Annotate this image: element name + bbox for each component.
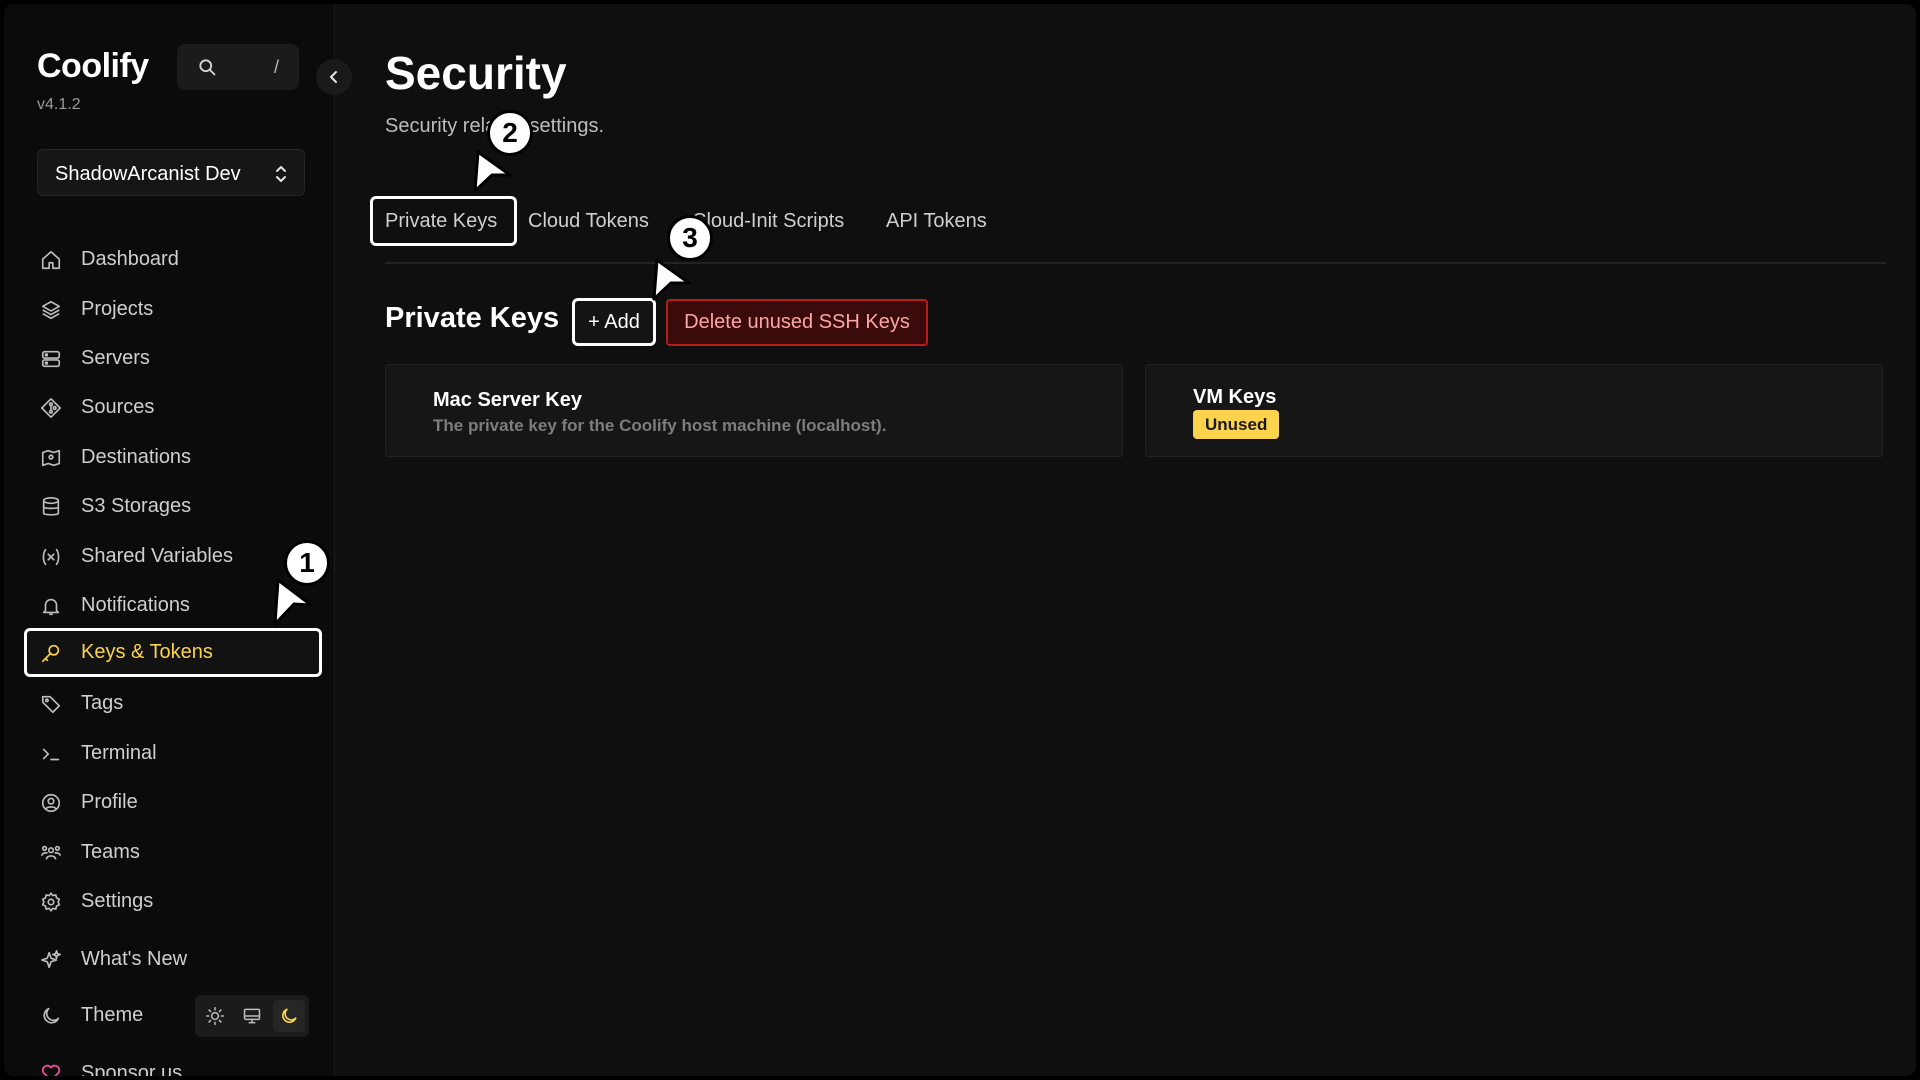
- key-icon: [41, 644, 60, 663]
- sidebar-item-dashboard[interactable]: Dashboard: [24, 235, 322, 284]
- sidebar-item-sponsor[interactable]: Sponsor us: [40, 1062, 240, 1076]
- search-icon: [199, 59, 216, 76]
- users-icon: [41, 845, 61, 860]
- annotation-number: 3: [667, 215, 713, 261]
- annotation-number: 2: [487, 110, 533, 156]
- team-selector[interactable]: ShadowArcanist Dev: [37, 149, 305, 196]
- sidebar-item-keys-tokens[interactable]: Keys & Tokens: [24, 628, 322, 677]
- annotation-callout-3: 3: [649, 215, 715, 301]
- key-name: Mac Server Key: [433, 389, 582, 411]
- tag-icon: [41, 695, 61, 714]
- app-window: Coolify v4.1.2 / ShadowArcanist Dev Dash…: [4, 4, 1916, 1076]
- add-key-button[interactable]: + Add: [572, 298, 656, 346]
- theme-system-button[interactable]: [236, 1000, 268, 1032]
- tab-label: Cloud Tokens: [528, 210, 649, 232]
- page-title: Security: [385, 47, 567, 99]
- sidebar-item-teams[interactable]: Teams: [24, 828, 322, 877]
- server-icon: [41, 350, 61, 368]
- sidebar-item-label: Destinations: [81, 446, 192, 468]
- sidebar-item-label: Shared Variables: [81, 545, 233, 567]
- collapse-sidebar-button[interactable]: [316, 59, 352, 95]
- sidebar-item-label: Profile: [81, 791, 138, 813]
- sidebar-item-profile[interactable]: Profile: [24, 778, 322, 827]
- sidebar-item-label: Projects: [81, 298, 154, 320]
- moon-icon: [43, 1007, 60, 1024]
- sidebar-item-settings[interactable]: Settings: [24, 877, 322, 926]
- git-icon: [41, 398, 61, 418]
- theme-label: Theme: [81, 1004, 144, 1026]
- sidebar-item-destinations[interactable]: Destinations: [24, 433, 322, 482]
- section-title: Private Keys: [385, 302, 560, 334]
- moon-icon: [282, 1008, 297, 1023]
- sidebar-item-s3-storages[interactable]: S3 Storages: [24, 482, 322, 531]
- sidebar-item-label: Teams: [81, 841, 140, 863]
- heart-icon: [41, 1064, 61, 1076]
- terminal-icon: [42, 748, 60, 761]
- app-logo[interactable]: Coolify: [37, 47, 149, 86]
- sidebar-item-servers[interactable]: Servers: [24, 334, 322, 383]
- sidebar-item-label: Notifications: [81, 594, 190, 616]
- sidebar-item-whats-new[interactable]: What's New: [24, 935, 322, 984]
- team-selector-value: ShadowArcanist Dev: [55, 163, 241, 185]
- database-icon: [42, 497, 60, 516]
- tab-private-keys[interactable]: Private Keys: [370, 196, 517, 246]
- key-card-vm-keys[interactable]: VM Keys Unused: [1145, 364, 1883, 457]
- tab-label: API Tokens: [886, 210, 987, 232]
- sidebar-item-label: S3 Storages: [81, 495, 192, 517]
- sparkles-icon: [41, 950, 61, 969]
- chevron-up-down-icon: [276, 166, 286, 182]
- sidebar-item-label: Sponsor us: [81, 1062, 183, 1076]
- monitor-icon: [243, 1008, 261, 1024]
- theme-row: Theme: [24, 992, 322, 1040]
- status-badge: Unused: [1193, 410, 1280, 439]
- sidebar-item-label: Settings: [81, 890, 154, 912]
- sun-icon: [205, 1006, 225, 1026]
- sidebar-item-tags[interactable]: Tags: [24, 679, 322, 728]
- theme-dark-button[interactable]: [273, 1000, 305, 1032]
- destination-icon: [41, 449, 61, 467]
- bell-icon: [42, 598, 60, 616]
- sidebar-item-label: Keys & Tokens: [81, 641, 213, 663]
- sidebar-item-label: Sources: [81, 396, 155, 418]
- sidebar-item-terminal[interactable]: Terminal: [24, 729, 322, 778]
- home-icon: [41, 250, 61, 270]
- sidebar-item-label: Servers: [81, 347, 150, 369]
- delete-unused-keys-button[interactable]: Delete unused SSH Keys: [666, 299, 928, 346]
- tab-cloud-init-scripts[interactable]: Cloud-Init Scripts: [692, 196, 862, 246]
- theme-toggle: [195, 995, 309, 1037]
- key-card-mac-server-key[interactable]: Mac Server Key The private key for the C…: [385, 364, 1123, 457]
- search-button[interactable]: /: [177, 44, 299, 90]
- sidebar-item-label: Tags: [81, 692, 124, 714]
- layers-icon: [41, 300, 61, 320]
- variable-icon: [42, 548, 60, 566]
- tab-cloud-tokens[interactable]: Cloud Tokens: [528, 196, 668, 246]
- theme-light-button[interactable]: [199, 1000, 231, 1032]
- gear-icon: [41, 891, 61, 913]
- sidebar-item-sources[interactable]: Sources: [24, 383, 322, 432]
- annotation-callout-2: 2: [470, 107, 536, 193]
- user-circle-icon: [41, 793, 61, 813]
- tab-divider: [385, 262, 1886, 264]
- sidebar-item-label: Dashboard: [81, 248, 179, 270]
- sidebar-item-label: Terminal: [81, 742, 157, 764]
- chevron-left-icon: [330, 71, 337, 83]
- sidebar-item-label: What's New: [81, 948, 188, 970]
- app-version: v4.1.2: [37, 96, 81, 113]
- annotation-number: 1: [284, 540, 330, 586]
- sidebar-item-projects[interactable]: Projects: [24, 285, 322, 334]
- tab-api-tokens[interactable]: API Tokens: [886, 196, 996, 246]
- tab-label: Private Keys: [385, 210, 498, 232]
- key-description: The private key for the Coolify host mac…: [433, 416, 887, 435]
- search-shortcut: /: [274, 57, 280, 77]
- annotation-callout-1: 1: [266, 540, 332, 626]
- key-name: VM Keys: [1193, 386, 1277, 408]
- main-content: Security Security related settings. Priv…: [335, 4, 1916, 1076]
